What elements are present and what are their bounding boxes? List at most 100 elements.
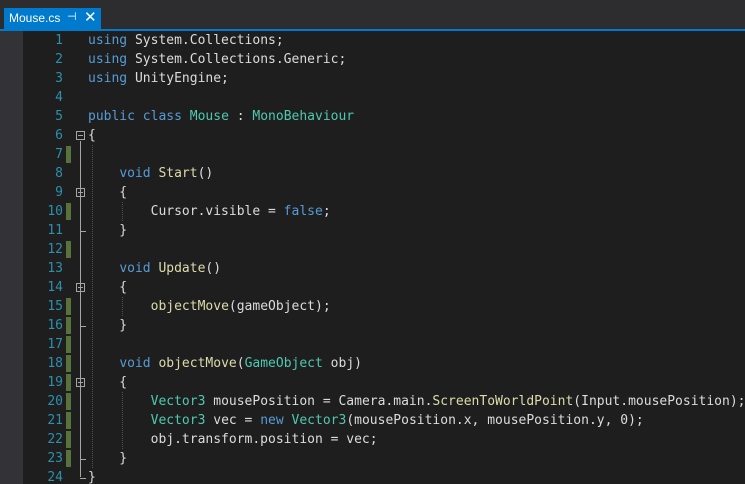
change-marker xyxy=(66,450,71,467)
code-text: using System.Collections; xyxy=(88,31,284,50)
code-line[interactable]: 17 xyxy=(0,335,745,354)
change-marker xyxy=(66,374,71,391)
code-token: ScreenToWorldPoint xyxy=(432,394,574,409)
code-line[interactable]: 21 Vector3 vec = new Vector3(mousePositi… xyxy=(0,411,745,430)
code-text: } xyxy=(88,449,127,468)
line-number: 14 xyxy=(47,280,63,295)
line-number: 20 xyxy=(47,394,63,409)
indent-guide xyxy=(122,297,123,316)
code-line[interactable]: 18 void objectMove(GameObject obj) xyxy=(0,354,745,373)
code-token: vec = xyxy=(205,413,261,428)
code-token: void xyxy=(119,356,151,371)
line-number: 12 xyxy=(47,242,63,257)
change-marker xyxy=(66,241,71,258)
close-icon[interactable]: ✕ xyxy=(84,8,97,26)
code-line[interactable]: 7 xyxy=(0,145,745,164)
code-line[interactable]: 10 Cursor.visible = false; xyxy=(0,202,745,221)
code-line[interactable]: 4 xyxy=(0,88,745,107)
code-token: Mouse xyxy=(189,109,229,124)
line-number: 9 xyxy=(55,185,63,200)
document-tab-bar: Mouse.cs ⊣ ✕ xyxy=(0,0,745,29)
line-number: 11 xyxy=(47,223,63,238)
code-token: : xyxy=(228,109,253,124)
code-line[interactable]: 23 } xyxy=(0,449,745,468)
code-token: using xyxy=(88,71,128,86)
code-text: Vector3 vec = new Vector3(mousePosition.… xyxy=(88,411,644,430)
code-line[interactable]: 3 using UnityEngine; xyxy=(0,69,745,88)
code-text: objectMove(gameObject); xyxy=(88,297,331,316)
code-token: Vector3 xyxy=(150,413,206,428)
code-token: Vector3 xyxy=(291,413,347,428)
code-token: System.Collections; xyxy=(127,33,284,48)
code-token: ; xyxy=(322,204,331,219)
code-token: void xyxy=(119,261,151,276)
line-number: 10 xyxy=(47,204,63,219)
code-token: System.Collections.Generic; xyxy=(127,52,347,67)
code-token: objectMove xyxy=(158,356,237,371)
indent-guide xyxy=(122,202,123,221)
line-number: 18 xyxy=(47,356,63,371)
code-token: (mousePosition.x, mousePosition.y, 0); xyxy=(346,413,644,428)
line-number: 19 xyxy=(47,375,63,390)
tab-mouse-cs[interactable]: Mouse.cs ⊣ ✕ xyxy=(4,8,101,29)
code-line[interactable]: 24} xyxy=(0,468,745,484)
fold-end-tick xyxy=(80,459,86,460)
line-number: 16 xyxy=(47,318,63,333)
code-line[interactable]: 16 } xyxy=(0,316,745,335)
line-number: 24 xyxy=(47,470,63,484)
pin-icon[interactable]: ⊣ xyxy=(67,10,77,23)
code-token: GameObject xyxy=(244,356,323,371)
code-token: false xyxy=(283,204,323,219)
code-token: (Input.mousePosition); xyxy=(573,394,745,409)
code-line[interactable]: 12 xyxy=(0,240,745,259)
code-line[interactable]: 6{ xyxy=(0,126,745,145)
code-line[interactable]: 15 objectMove(gameObject); xyxy=(0,297,745,316)
code-text: Cursor.visible = false; xyxy=(88,202,331,221)
code-token: mousePosition = Camera.main. xyxy=(205,394,433,409)
code-token: ( xyxy=(236,356,245,371)
code-text: using UnityEngine; xyxy=(88,69,229,88)
code-token: UnityEngine; xyxy=(127,71,229,86)
code-text: } xyxy=(88,316,127,335)
code-token: { xyxy=(88,128,96,143)
code-line[interactable]: 11 } xyxy=(0,221,745,240)
line-number: 22 xyxy=(47,432,63,447)
code-text: void objectMove(GameObject obj) xyxy=(88,354,362,373)
code-line[interactable]: 19 { xyxy=(0,373,745,392)
line-number: 4 xyxy=(55,90,63,105)
line-number: 15 xyxy=(47,299,63,314)
code-token: using xyxy=(88,52,128,67)
line-number: 2 xyxy=(55,52,63,67)
change-marker xyxy=(66,203,71,220)
indent-guide xyxy=(122,392,123,449)
fold-end-tick xyxy=(80,326,86,327)
code-line[interactable]: 22 obj.transform.position = vec; xyxy=(0,430,745,449)
change-marker xyxy=(66,298,71,315)
code-token: } xyxy=(88,318,128,333)
code-token: () xyxy=(197,166,214,181)
code-text: obj.transform.position = vec; xyxy=(88,430,378,449)
code-line[interactable]: 9 { xyxy=(0,183,745,202)
code-line[interactable]: 5 public class Mouse : MonoBehaviour xyxy=(0,107,745,126)
code-editor[interactable]: 1 using System.Collections; 2 using System.… xyxy=(0,31,745,484)
code-text: public class Mouse : MonoBehaviour xyxy=(88,107,354,126)
code-text: { xyxy=(88,373,127,392)
code-line[interactable]: 20 Vector3 mousePosition = Camera.main.S… xyxy=(0,392,745,411)
code-line[interactable]: 1 using System.Collections; xyxy=(0,31,745,50)
change-marker xyxy=(66,412,71,429)
code-text: { xyxy=(88,183,127,202)
line-number: 8 xyxy=(55,166,63,181)
code-token: public xyxy=(88,109,135,124)
code-line[interactable]: 14 { xyxy=(0,278,745,297)
code-line[interactable]: 2 using System.Collections.Generic; xyxy=(0,50,745,69)
code-line[interactable]: 8 void Start() xyxy=(0,164,745,183)
collapse-icon[interactable] xyxy=(76,131,85,140)
change-marker xyxy=(66,336,71,353)
code-token: } xyxy=(88,470,96,484)
code-token: { xyxy=(88,185,128,200)
change-marker xyxy=(66,146,71,163)
code-text: using System.Collections.Generic; xyxy=(88,50,346,69)
code-line[interactable]: 13 void Update() xyxy=(0,259,745,278)
